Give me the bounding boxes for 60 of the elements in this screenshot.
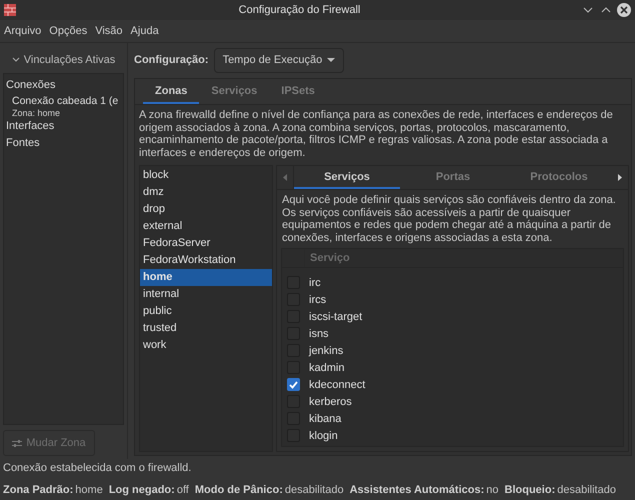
checkbox[interactable] <box>287 378 300 391</box>
zone-item[interactable]: FedoraWorkstation <box>140 252 272 269</box>
left-arrow-icon <box>283 174 287 181</box>
zone-item[interactable]: external <box>140 218 272 235</box>
close-icon[interactable] <box>617 3 631 17</box>
service-name: klogin <box>309 430 338 442</box>
service-name: kibana <box>309 412 342 424</box>
service-name: irc <box>309 276 321 288</box>
zone-item[interactable]: public <box>140 303 272 320</box>
right-arrow-icon <box>618 174 622 181</box>
status-label: Zona Padrão: <box>3 484 74 496</box>
connection-zone: Zona: home <box>12 108 62 118</box>
service-name: ircs <box>309 294 326 306</box>
app-icon <box>4 4 16 16</box>
status-value: no <box>486 484 499 496</box>
status-message: Conexão estabelecida com o firewalld. <box>2 461 192 476</box>
status-label: Log negado: <box>108 484 175 496</box>
configuration-label: Configuração: <box>134 54 209 66</box>
service-name: iscsi-target <box>309 310 362 322</box>
zone-item[interactable]: dmz <box>140 184 272 201</box>
sliders-icon <box>12 438 22 448</box>
status-label: Bloqueio: <box>504 484 556 496</box>
menu-item[interactable]: Opções <box>45 25 92 37</box>
zone-item[interactable]: trusted <box>140 320 272 337</box>
tree-item[interactable]: Conexões <box>6 77 121 94</box>
status-value: desabilitado <box>557 484 616 496</box>
window-title: Configuração do Firewall <box>238 4 362 16</box>
tab[interactable]: Serviços <box>294 166 400 189</box>
services-description: Aqui você pode definir quais serviços são confiáveis dentro da zona. Os serviços confiáveis são acessíveis a partir de quaisquer equipamentos e redes que podem chegar até a máquina a partir de conexões, interfaces e origens associadas a esta zona. <box>281 193 617 246</box>
zones-description: A zona firewalld define o nível de confiança para as conexões de rede, interfaces e endereços de origem associados à zona. A zona combina serviços, portas, protocolos, mascaramento, encaminhamento de pacote/porta, filtros ICMP e regras valiosas. A zona pode estar associada a interfaces e endereços de origem. <box>138 108 614 160</box>
bindings-header: Vinculações Ativas <box>24 54 116 66</box>
service-name: kerberos <box>309 396 352 408</box>
tree-item[interactable]: Interfaces <box>6 118 121 135</box>
service-name: kdeconnect <box>309 378 366 390</box>
minimize-icon[interactable] <box>583 7 593 13</box>
bindings-expander[interactable]: Vinculações Ativas <box>3 47 124 73</box>
zone-item[interactable]: work <box>140 337 272 354</box>
tree-item[interactable]: Fontes <box>6 135 121 152</box>
menu-item[interactable]: Ajuda <box>126 25 163 37</box>
connection-item[interactable]: Conexão cabeada 1 (e <box>12 94 121 108</box>
zone-item[interactable]: drop <box>140 201 272 218</box>
tab[interactable]: Zonas <box>143 79 200 104</box>
zone-item[interactable]: internal <box>140 286 272 303</box>
status-value: off <box>176 484 189 496</box>
configuration-dropdown[interactable]: Tempo de Execução <box>214 48 344 72</box>
service-name: kadmin <box>309 362 344 374</box>
zone-item[interactable]: block <box>140 167 272 184</box>
status-value: home <box>75 484 103 496</box>
menu-item[interactable]: Arquivo <box>0 25 46 37</box>
zone-item[interactable]: home <box>140 269 272 286</box>
status-label: Assistentes Automáticos: <box>350 484 484 496</box>
status-label: Modo de Pânico: <box>194 484 283 496</box>
chevron-down-icon <box>12 57 20 63</box>
status-value: desabilitado <box>284 484 344 496</box>
service-name: isns <box>309 328 329 340</box>
caret-icon <box>327 58 336 62</box>
maximize-icon[interactable] <box>601 7 611 13</box>
menu-item[interactable]: Visão <box>91 25 127 37</box>
zone-item[interactable]: FedoraServer <box>140 235 272 252</box>
service-name: jenkins <box>309 344 344 356</box>
